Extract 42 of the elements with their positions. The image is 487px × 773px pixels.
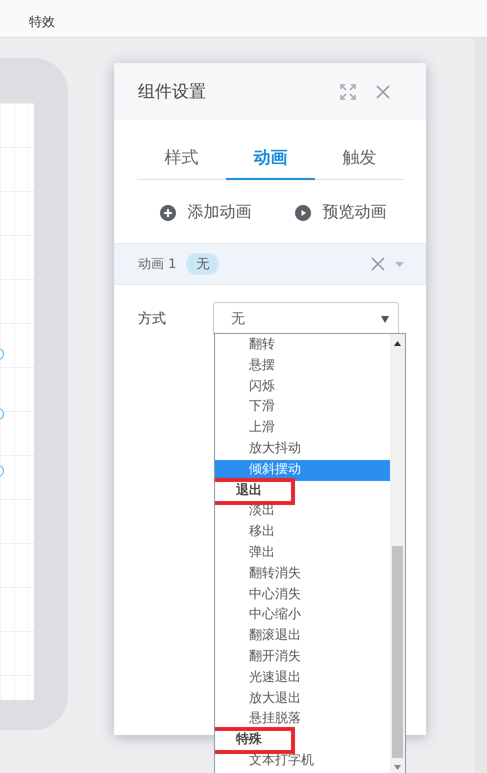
dropdown-option[interactable]: 下滑: [215, 397, 390, 418]
animation-label: 动画 1: [138, 256, 176, 273]
tab[interactable]: 动画: [226, 138, 315, 180]
preview-animation-button[interactable]: 预览动画: [294, 198, 386, 227]
dialog-title: 组件设置: [138, 81, 207, 103]
dropdown-option[interactable]: 悬挂脱落: [215, 709, 390, 730]
animation-row[interactable]: 动画 1 无: [114, 243, 426, 285]
dropdown-option[interactable]: 移出: [215, 522, 390, 543]
scrollbar[interactable]: [390, 334, 405, 773]
animation-tag: 无: [186, 253, 220, 275]
dropdown-option[interactable]: 放大抖动: [215, 438, 390, 460]
dropdown-option[interactable]: 翻开消失: [215, 646, 390, 668]
close-icon[interactable]: [376, 84, 390, 98]
field-label: 方式: [138, 310, 167, 328]
delete-icon[interactable]: [371, 257, 385, 271]
dropdown-option[interactable]: 闪烁: [215, 376, 390, 398]
dropdown-option[interactable]: 悬摆: [215, 356, 390, 377]
caret-icon[interactable]: [395, 262, 404, 266]
dropdown-option[interactable]: 上滑: [215, 418, 390, 439]
scroll-down-icon[interactable]: [394, 765, 401, 770]
dropdown-option[interactable]: 翻转消失: [215, 564, 390, 585]
scroll-up-icon[interactable]: [394, 341, 401, 346]
menu-label[interactable]: 特效: [29, 15, 55, 30]
tab[interactable]: 触发: [315, 138, 404, 180]
caret-icon: [381, 316, 389, 322]
tab[interactable]: 样式: [137, 138, 226, 180]
scroll-thumb[interactable]: [392, 546, 403, 758]
dropdown-option[interactable]: 光速退出: [215, 668, 390, 689]
dropdown-option[interactable]: 文本打字机: [215, 750, 390, 772]
add-animation-button[interactable]: 添加动画: [160, 198, 252, 227]
dropdown-option[interactable]: 中心缩小: [215, 605, 390, 626]
play-icon: [294, 204, 310, 220]
expand-icon[interactable]: [340, 84, 356, 100]
dropdown-option[interactable]: 淡出: [215, 501, 390, 522]
dropdown-option[interactable]: 弹出: [215, 542, 390, 564]
plus-icon: [160, 204, 176, 220]
dropdown-option[interactable]: 中心消失: [215, 584, 390, 606]
group-header: 特殊: [215, 730, 390, 751]
group-header: 退出: [215, 480, 390, 502]
dropdown-option[interactable]: 翻滚退出: [215, 626, 390, 647]
dropdown-option[interactable]: 放大退出: [215, 688, 390, 710]
dropdown-option[interactable]: 翻转: [215, 335, 390, 356]
